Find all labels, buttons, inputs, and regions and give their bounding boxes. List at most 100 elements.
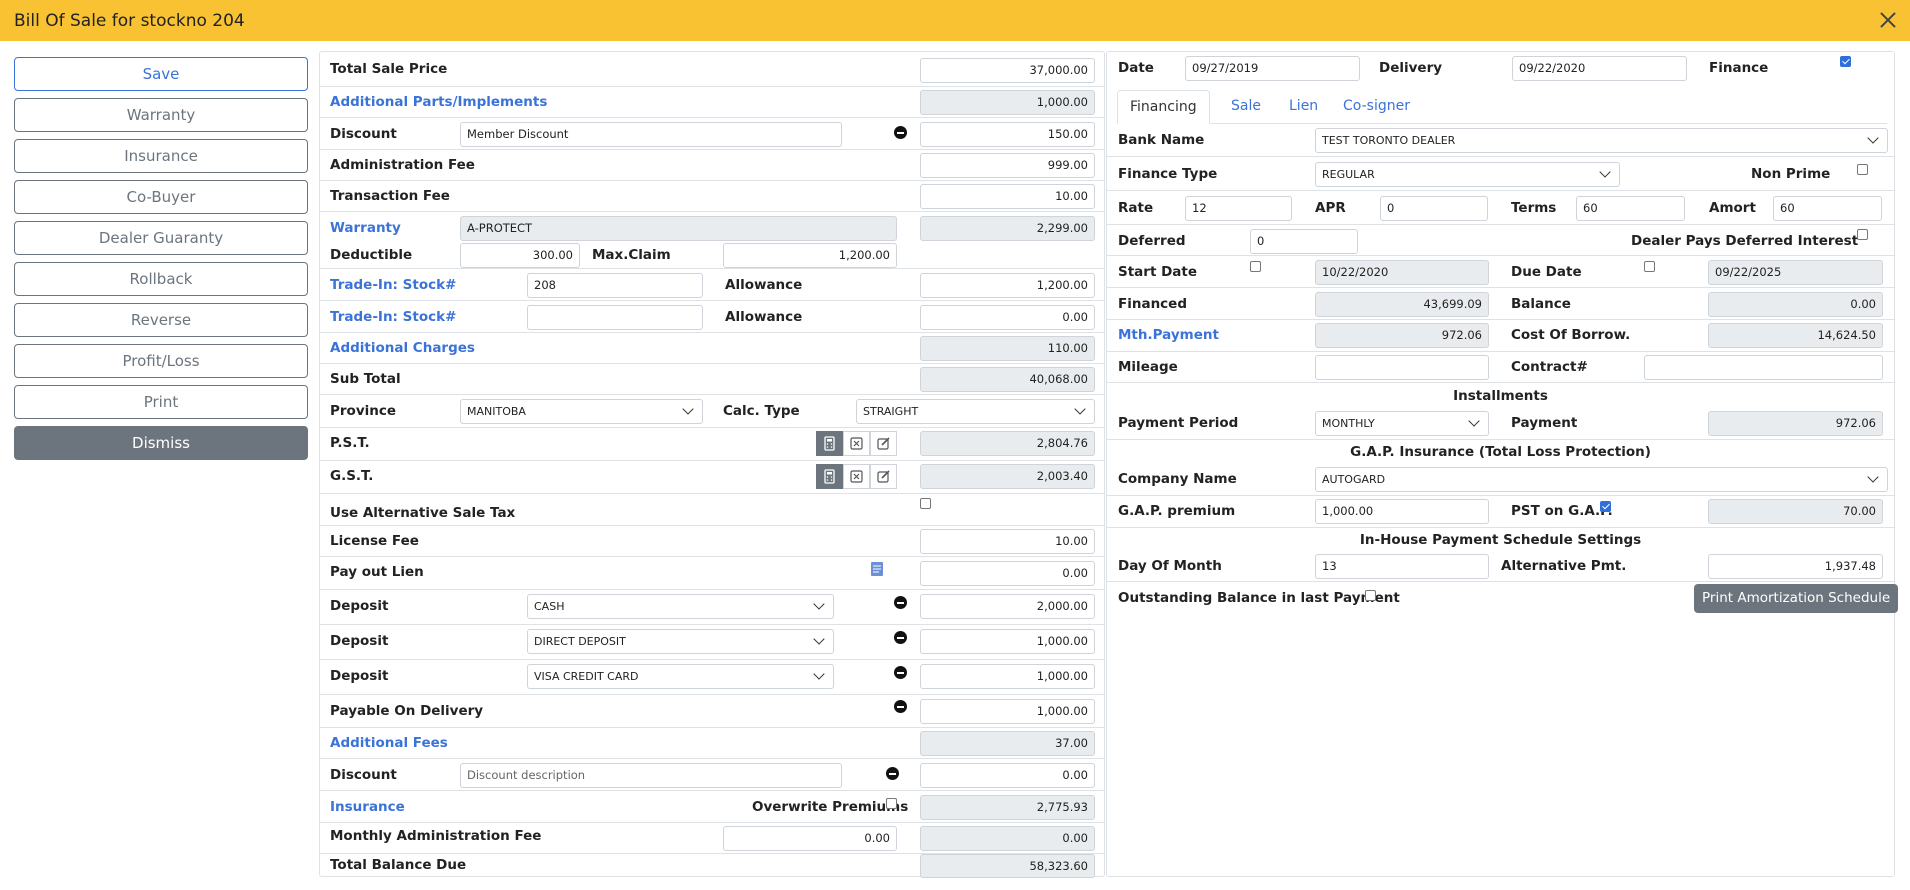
date-field[interactable]: 09/27/2019: [1185, 56, 1360, 81]
total-balance-due-row: Total Balance Due 58,323.60: [320, 854, 1104, 878]
print-amortization-button[interactable]: Print Amortization Schedule: [1694, 584, 1899, 613]
dealer-pays-checkbox[interactable]: [1857, 229, 1868, 240]
apr-field[interactable]: 0: [1380, 196, 1488, 221]
remove-deposit-icon-1[interactable]: [894, 596, 907, 609]
warranty-button[interactable]: Warranty: [14, 98, 308, 132]
overwrite-premiums-checkbox[interactable]: [886, 798, 897, 809]
co-buyer-button[interactable]: Co-Buyer: [14, 180, 308, 214]
trade-in-stock-field-1[interactable]: 208: [527, 273, 703, 298]
calc-type-select[interactable]: STRAIGHT: [856, 399, 1095, 424]
remove-discount-icon-2[interactable]: [886, 767, 899, 780]
company-name-select[interactable]: AUTOGARD: [1315, 467, 1888, 492]
total-sale-price-field[interactable]: 37,000.00: [920, 58, 1095, 83]
tab-lien[interactable]: Lien: [1277, 90, 1330, 124]
deposit-amount-field-1[interactable]: 2,000.00: [920, 594, 1095, 619]
remove-discount-icon[interactable]: [894, 126, 907, 139]
installments-heading: Installments: [1453, 388, 1548, 404]
additional-fees-link[interactable]: Additional Fees: [330, 735, 448, 751]
dismiss-button[interactable]: Dismiss: [14, 426, 308, 460]
title-bar: Bill Of Sale for stockno 204: [0, 0, 1910, 41]
finance-checkbox[interactable]: [1840, 56, 1851, 67]
remove-deposit-icon-3[interactable]: [894, 666, 907, 679]
trade-in-link-2[interactable]: Trade-In: Stock#: [330, 309, 456, 325]
save-button[interactable]: Save: [14, 57, 308, 91]
alt-sale-tax-checkbox[interactable]: [920, 498, 931, 509]
tab-sale[interactable]: Sale: [1219, 90, 1273, 124]
outstanding-balance-checkbox[interactable]: [1365, 590, 1376, 601]
sub-total-label: Sub Total: [330, 371, 401, 387]
dealer-guaranty-button[interactable]: Dealer Guaranty: [14, 221, 308, 255]
deposit-amount-field-3[interactable]: 1,000.00: [920, 664, 1095, 689]
admin-fee-field[interactable]: 999.00: [920, 153, 1095, 178]
amort-field[interactable]: 60: [1773, 196, 1882, 221]
pst-on-gap-value: 70.00: [1708, 499, 1883, 524]
close-icon[interactable]: [1876, 8, 1900, 32]
allowance-field-1[interactable]: 1,200.00: [920, 273, 1095, 298]
calc-type-label: Calc. Type: [723, 403, 800, 419]
deposit-amount-field-2[interactable]: 1,000.00: [920, 629, 1095, 654]
alternative-pmt-field[interactable]: 1,937.48: [1708, 554, 1883, 579]
day-of-month-field[interactable]: 13: [1315, 554, 1489, 579]
non-prime-checkbox[interactable]: [1857, 164, 1868, 175]
due-date-checkbox[interactable]: [1644, 261, 1655, 272]
gst-clear-icon[interactable]: [843, 464, 870, 489]
pst-edit-icon[interactable]: [870, 431, 897, 456]
discount-description-field[interactable]: Member Discount: [460, 122, 842, 147]
payable-on-delivery-field[interactable]: 1,000.00: [920, 699, 1095, 724]
allowance-field-2[interactable]: 0.00: [920, 305, 1095, 330]
deductible-field[interactable]: 300.00: [460, 243, 580, 268]
rollback-button[interactable]: Rollback: [14, 262, 308, 296]
finance-type-select[interactable]: REGULAR: [1315, 162, 1620, 187]
trade-in-stock-field-2[interactable]: [527, 305, 703, 330]
additional-parts-link[interactable]: Additional Parts/Implements: [330, 94, 547, 110]
bank-name-select[interactable]: TEST TORONTO DEALER: [1315, 128, 1888, 153]
discount-amount-field-2[interactable]: 0.00: [920, 763, 1095, 788]
mth-payment-row: Mth.Payment 972.06 Cost Of Borrow. 14,62…: [1107, 320, 1894, 352]
license-fee-field[interactable]: 10.00: [920, 529, 1095, 554]
tab-financing[interactable]: Financing: [1117, 90, 1210, 124]
deferred-field[interactable]: 0: [1250, 229, 1358, 254]
province-select[interactable]: MANITOBA: [460, 399, 703, 424]
max-claim-field[interactable]: 1,200.00: [723, 243, 897, 268]
terms-field[interactable]: 60: [1576, 196, 1685, 221]
discount-amount-field[interactable]: 150.00: [920, 122, 1095, 147]
delivery-field[interactable]: 09/22/2020: [1512, 56, 1687, 81]
remove-deposit-icon-2[interactable]: [894, 631, 907, 644]
profit-loss-button[interactable]: Profit/Loss: [14, 344, 308, 378]
start-date-checkbox[interactable]: [1250, 261, 1261, 272]
transaction-fee-field[interactable]: 10.00: [920, 184, 1095, 209]
pst-calculator-icon[interactable]: [816, 431, 843, 456]
pst-clear-icon[interactable]: [843, 431, 870, 456]
monthly-admin-fee-field[interactable]: 0.00: [723, 826, 897, 851]
window-title: Bill Of Sale for stockno 204: [14, 10, 245, 31]
rate-field[interactable]: 12: [1185, 196, 1292, 221]
deposit-method-select-2[interactable]: DIRECT DEPOSIT: [527, 629, 834, 654]
payment-period-select[interactable]: MONTHLY: [1315, 411, 1489, 436]
gap-premium-field[interactable]: 1,000.00: [1315, 499, 1489, 524]
tab-co-signer[interactable]: Co-signer: [1331, 90, 1422, 124]
financed-value: 43,699.09: [1315, 292, 1489, 317]
insurance-link[interactable]: Insurance: [330, 799, 405, 815]
insurance-button[interactable]: Insurance: [14, 139, 308, 173]
discount-description-input[interactable]: Discount description: [460, 763, 842, 788]
transaction-fee-row: Transaction Fee 10.00: [320, 181, 1104, 212]
contract-field[interactable]: [1644, 355, 1883, 380]
remove-payable-icon[interactable]: [894, 700, 907, 713]
deposit-method-select-1[interactable]: CASH: [527, 594, 834, 619]
pst-on-gap-checkbox[interactable]: [1600, 501, 1611, 512]
additional-charges-link[interactable]: Additional Charges: [330, 340, 475, 356]
gst-edit-icon[interactable]: [870, 464, 897, 489]
trade-in-link-1[interactable]: Trade-In: Stock#: [330, 277, 456, 293]
lien-document-icon[interactable]: [870, 561, 884, 577]
print-button[interactable]: Print: [14, 385, 308, 419]
gst-calculator-icon[interactable]: [816, 464, 843, 489]
monthly-admin-fee-label: Monthly Administration Fee: [330, 828, 542, 844]
reverse-button[interactable]: Reverse: [14, 303, 308, 337]
mileage-field[interactable]: [1315, 355, 1489, 380]
deposit-method-select-3[interactable]: VISA CREDIT CARD: [527, 664, 834, 689]
total-sale-price-label: Total Sale Price: [330, 61, 448, 77]
warranty-link[interactable]: Warranty: [330, 220, 401, 236]
mth-payment-link[interactable]: Mth.Payment: [1118, 327, 1219, 343]
payout-lien-field[interactable]: 0.00: [920, 561, 1095, 586]
additional-parts-value: 1,000.00: [920, 90, 1095, 115]
